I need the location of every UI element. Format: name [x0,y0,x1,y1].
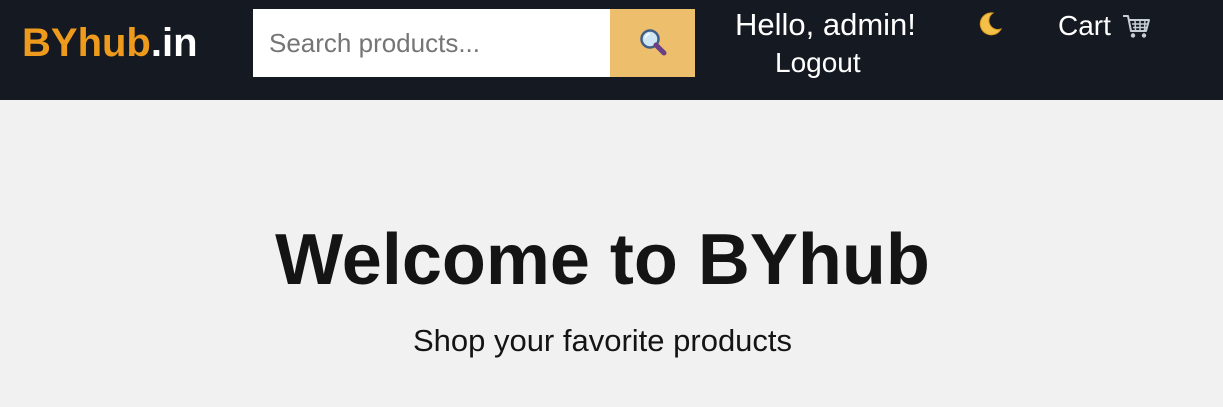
logout-link[interactable]: Logout [775,46,861,80]
cart-label: Cart [1058,10,1111,41]
shopping-cart-icon [1121,12,1151,40]
user-greeting: Hello, admin! [735,7,916,42]
magnifier-icon [638,27,668,60]
theme-toggle-button[interactable] [974,10,1006,43]
hero-subtitle: Shop your favorite products [412,323,793,358]
cart-link[interactable]: Cart [1058,9,1151,43]
logo-brand: BYhub [22,21,151,65]
search-button[interactable] [610,9,695,77]
top-navbar: BYhub.in Hello, admin! Logout Cart [0,0,1223,100]
crescent-moon-icon [976,10,1004,43]
logo-tld: .in [150,21,198,65]
search-input[interactable] [253,9,610,77]
hero-title: Welcome to BYhub [275,220,930,300]
site-logo[interactable]: BYhub.in [22,20,198,66]
